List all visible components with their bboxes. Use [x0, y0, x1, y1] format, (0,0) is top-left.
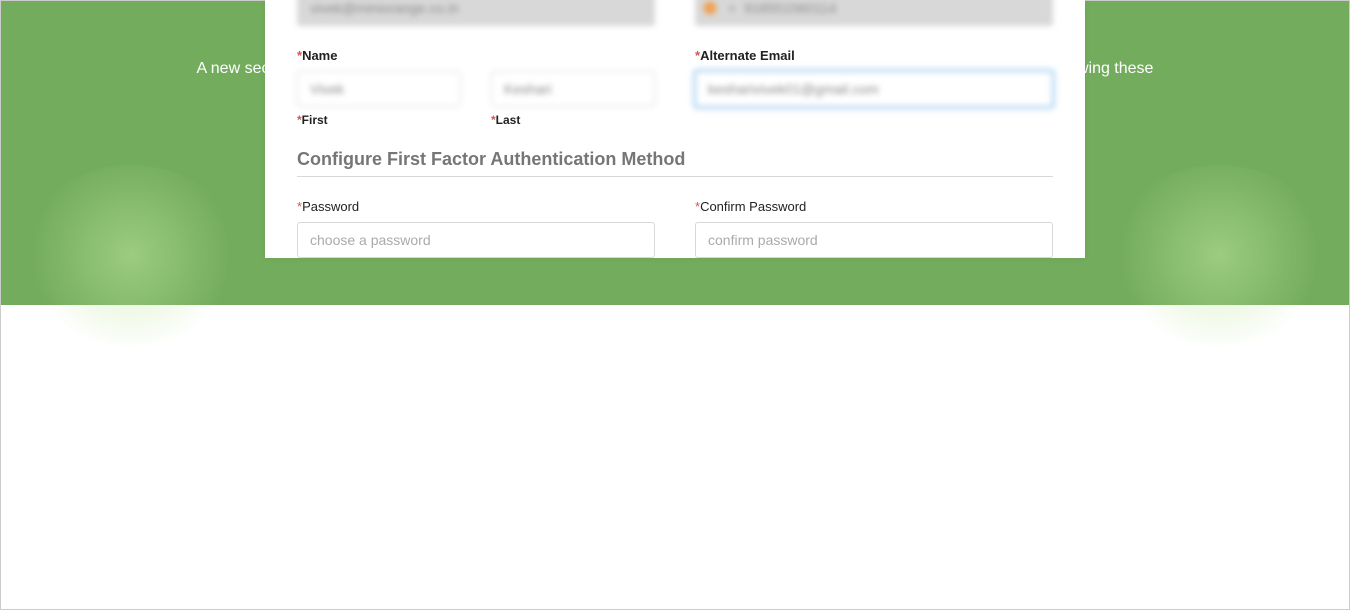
decor-blob-left	[21, 165, 241, 345]
confirm-password-label: *Confirm Password	[695, 199, 1053, 214]
password-label: *Password	[297, 199, 655, 214]
password-field[interactable]	[297, 222, 655, 258]
name-label: *Name	[297, 48, 655, 63]
section-first-factor: Configure First Factor Authentication Me…	[297, 149, 1053, 177]
registration-card: 1 User Basic Information 2 3 User Detail…	[265, 0, 1085, 258]
phone-field	[695, 0, 1053, 26]
alternate-email-field[interactable]	[695, 71, 1053, 107]
confirm-password-field[interactable]	[695, 222, 1053, 258]
username-field	[297, 0, 655, 26]
first-name-field[interactable]	[297, 71, 461, 107]
first-name-sublabel: *First	[297, 113, 461, 127]
alt-email-label: *Alternate Email	[695, 48, 1053, 63]
decor-blob-right	[1109, 165, 1329, 345]
last-name-sublabel: *Last	[491, 113, 655, 127]
last-name-field[interactable]	[491, 71, 655, 107]
